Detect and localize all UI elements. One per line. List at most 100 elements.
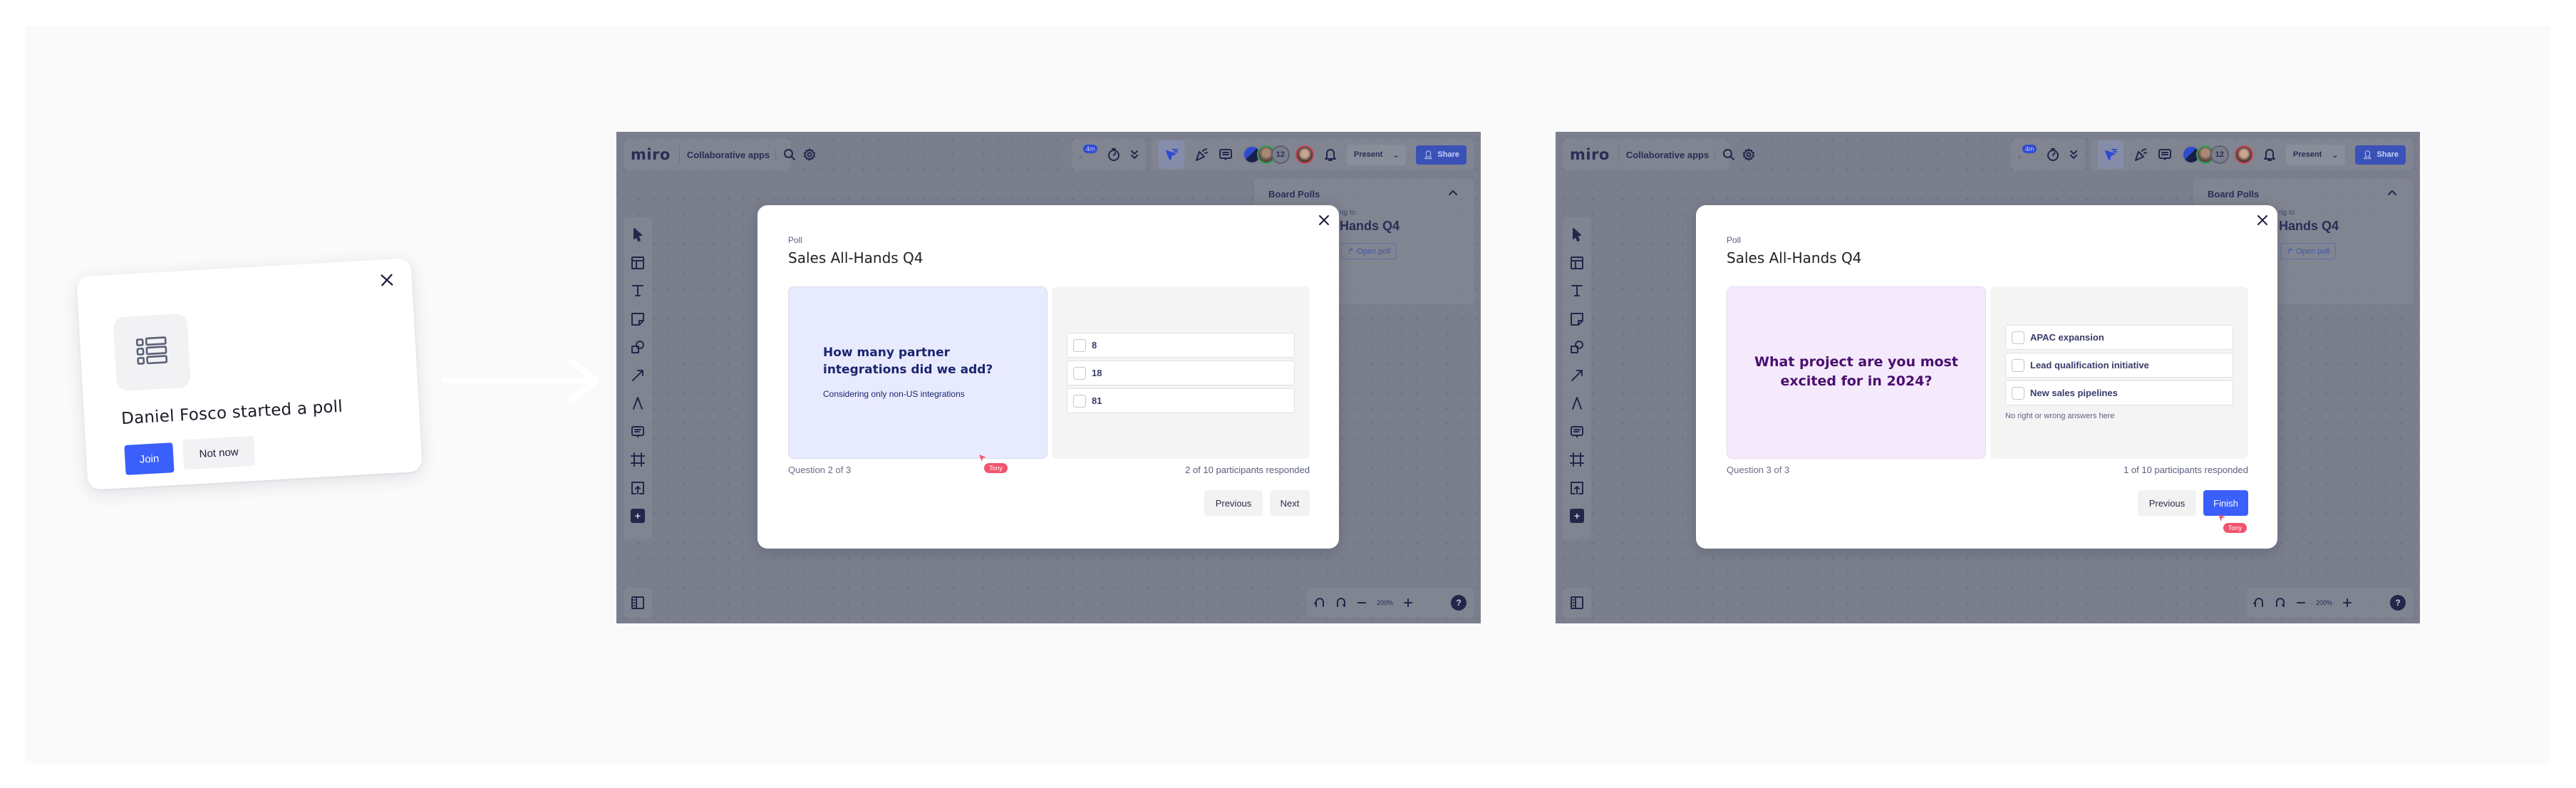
answer-option[interactable]: New sales pipelines: [2005, 380, 2233, 405]
timer-badge[interactable]: › 4m: [2018, 145, 2037, 163]
avatar[interactable]: [2234, 145, 2253, 164]
chevrons-down-icon[interactable]: [1130, 150, 1139, 160]
comment-icon[interactable]: [1570, 425, 1584, 439]
timer-badge[interactable]: › 4m: [1079, 145, 1098, 163]
chevron-up-icon[interactable]: [1448, 189, 1458, 196]
checkbox[interactable]: [1073, 394, 1086, 408]
select-cursor-icon[interactable]: [1570, 227, 1584, 242]
avatar[interactable]: [1295, 145, 1314, 164]
frame-icon[interactable]: [1570, 452, 1584, 467]
bell-icon[interactable]: [2263, 147, 2276, 162]
stopwatch-icon[interactable]: [2047, 147, 2059, 162]
participant-count[interactable]: 12: [2210, 145, 2229, 164]
zoom-out-icon[interactable]: [1357, 598, 1367, 608]
miro-logo[interactable]: miro: [631, 146, 680, 163]
answer-option[interactable]: 8: [1067, 333, 1295, 358]
pen-icon[interactable]: [1570, 396, 1584, 410]
not-now-button[interactable]: Not now: [182, 435, 256, 470]
shapes-icon[interactable]: [1570, 340, 1584, 354]
share-button[interactable]: 👤︎ Share: [1416, 145, 1467, 165]
collaborator-avatars[interactable]: 12: [1242, 145, 1314, 164]
chevron-up-icon[interactable]: [2387, 189, 2397, 196]
checkbox[interactable]: [1073, 366, 1086, 380]
answer-option[interactable]: APAC expansion: [2005, 325, 2233, 350]
zoom-in-icon[interactable]: [2342, 598, 2352, 608]
more-apps-plus-icon[interactable]: +: [1570, 509, 1584, 523]
celebrate-icon[interactable]: [1194, 147, 1209, 162]
template-icon[interactable]: [1570, 256, 1584, 270]
answer-option[interactable]: Lead qualification initiative: [2005, 353, 2233, 378]
collab-toolbar: › 4m 12 Present ⌄ 👤︎ Share: [2005, 139, 2413, 170]
share-button[interactable]: 👤︎ Share: [2355, 145, 2406, 165]
answer-option[interactable]: 81: [1067, 388, 1295, 413]
search-icon[interactable]: [1722, 148, 1735, 161]
upload-icon[interactable]: [631, 481, 645, 495]
present-dropdown[interactable]: Present ⌄: [1346, 144, 1407, 165]
more-apps-plus-icon[interactable]: +: [631, 509, 645, 523]
undo-icon[interactable]: [2253, 597, 2265, 608]
panel-poll-name: Hands Q4: [2279, 219, 2339, 233]
board-name[interactable]: Collaborative apps: [687, 149, 777, 160]
gear-icon[interactable]: [1742, 148, 1755, 161]
stopwatch-icon[interactable]: [1107, 147, 1120, 162]
pen-icon[interactable]: [631, 396, 645, 410]
close-icon[interactable]: [2255, 212, 2270, 228]
checkbox[interactable]: [2012, 358, 2024, 372]
open-poll-button[interactable]: ↱ Open poll: [2280, 243, 2337, 259]
close-icon[interactable]: [377, 270, 396, 289]
close-icon[interactable]: [1316, 212, 1332, 228]
zoom-out-icon[interactable]: [2296, 598, 2306, 608]
miro-logo[interactable]: miro: [1570, 146, 1619, 163]
answer-option[interactable]: 18: [1067, 361, 1295, 385]
finish-button[interactable]: Finish: [2203, 490, 2248, 516]
connector-arrow-icon[interactable]: [631, 368, 645, 383]
previous-button[interactable]: Previous: [2138, 490, 2196, 516]
redo-icon[interactable]: [1335, 597, 1347, 608]
text-icon[interactable]: [631, 284, 645, 298]
next-button[interactable]: Next: [1270, 490, 1310, 516]
previous-button[interactable]: Previous: [1204, 490, 1263, 516]
checkbox[interactable]: [2012, 331, 2024, 344]
help-button[interactable]: ?: [1451, 595, 1467, 611]
cursor-tool-button[interactable]: [2097, 140, 2124, 169]
comments-list-icon[interactable]: [1219, 147, 1233, 162]
gear-icon[interactable]: [803, 148, 816, 161]
redo-icon[interactable]: [2275, 597, 2286, 608]
sticky-note-icon[interactable]: [631, 312, 645, 326]
panel-toggle[interactable]: [1563, 588, 1591, 618]
connector-arrow-icon[interactable]: [1570, 368, 1584, 383]
zoom-in-icon[interactable]: [1403, 598, 1413, 608]
panel-subtitle: ng to: [1340, 209, 1356, 217]
comments-list-icon[interactable]: [2158, 147, 2172, 162]
text-icon[interactable]: [1570, 284, 1584, 298]
checkbox[interactable]: [2012, 386, 2024, 400]
chevrons-down-icon[interactable]: [2069, 150, 2078, 160]
cursor-tool-button[interactable]: [1158, 140, 1184, 169]
question-card: How many partner integrations did we add…: [788, 286, 1048, 459]
poll-dialog: Poll Sales All-Hands Q4 What project are…: [1696, 205, 2277, 549]
celebrate-icon[interactable]: [2133, 147, 2148, 162]
shapes-icon[interactable]: [631, 340, 645, 354]
help-button[interactable]: ?: [2390, 595, 2406, 611]
open-poll-button[interactable]: ↱ Open poll: [1341, 243, 1397, 259]
collaborator-avatars[interactable]: 12: [2181, 145, 2253, 164]
select-cursor-icon[interactable]: [631, 227, 645, 242]
dialog-kicker: Poll: [1727, 235, 1742, 245]
sticky-note-icon[interactable]: [1570, 312, 1584, 326]
redirect-arrow-icon: ↱: [2287, 247, 2294, 256]
frame-icon[interactable]: [631, 452, 645, 467]
undo-icon[interactable]: [1314, 597, 1325, 608]
question-text: How many partner integrations did we add…: [823, 346, 993, 377]
present-dropdown[interactable]: Present ⌄: [2285, 144, 2346, 165]
search-icon[interactable]: [783, 148, 796, 161]
poll-dialog: Poll Sales All-Hands Q4 How many partner…: [757, 205, 1339, 549]
panel-toggle[interactable]: [624, 588, 652, 618]
template-icon[interactable]: [631, 256, 645, 270]
checkbox[interactable]: [1073, 338, 1086, 352]
board-name[interactable]: Collaborative apps: [1626, 149, 1716, 160]
bell-icon[interactable]: [1324, 147, 1337, 162]
participant-count[interactable]: 12: [1271, 145, 1290, 164]
upload-icon[interactable]: [1570, 481, 1584, 495]
join-button[interactable]: Join: [124, 442, 175, 475]
comment-icon[interactable]: [631, 425, 645, 439]
